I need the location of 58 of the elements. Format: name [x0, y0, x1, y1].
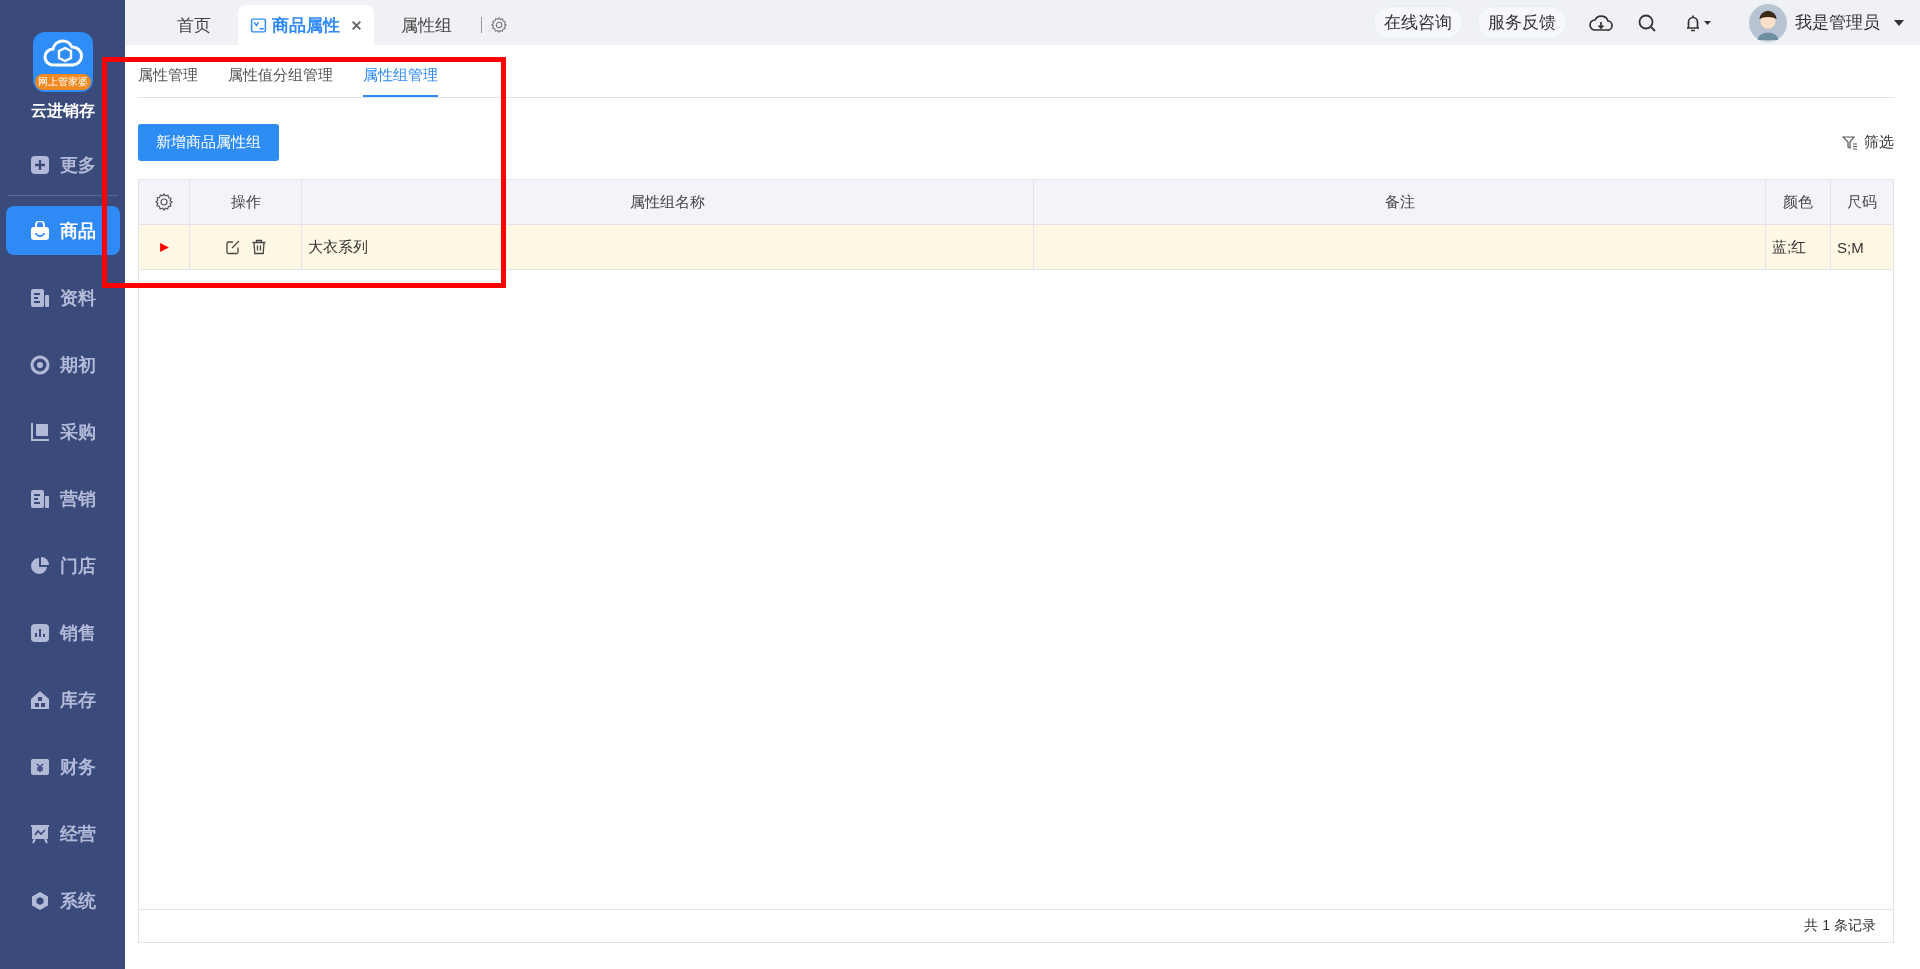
sidebar-item[interactable]: 营销	[5, 474, 120, 523]
sub-tab[interactable]: 属性值分组管理	[228, 66, 333, 97]
table-row[interactable]: 大衣系列 蓝;红 S;M	[139, 225, 1893, 270]
sidebar-item[interactable]: 商品	[5, 206, 120, 255]
sidebar-item[interactable]: 系统	[5, 876, 120, 925]
sidebar-item[interactable]: 期初	[5, 340, 120, 389]
page-tab[interactable]: 首页	[150, 5, 238, 45]
app-name: 云进销存	[30, 101, 95, 121]
user-name[interactable]: 我是管理员	[1795, 11, 1880, 34]
edit-icon[interactable]	[224, 239, 241, 255]
menu-icon	[29, 287, 50, 308]
sidebar-item[interactable]: 财务	[5, 742, 120, 791]
table-cell-text: S;M	[1836, 237, 1865, 258]
sub-tab[interactable]: 属性管理	[138, 66, 198, 97]
menu-icon	[29, 890, 50, 911]
cloud-download-icon[interactable]	[1589, 12, 1613, 33]
sidebar-item[interactable]: 经营	[5, 809, 120, 858]
table-cell: 大衣系列	[302, 225, 1034, 269]
record-count: 共 1 条记录	[1804, 917, 1876, 935]
column-header: 颜色	[1766, 180, 1831, 224]
close-icon[interactable]	[351, 19, 362, 31]
header-button[interactable]: 在线咨询	[1373, 6, 1463, 39]
add-button[interactable]: 新增商品属性组	[138, 124, 279, 161]
avatar[interactable]	[1749, 3, 1787, 42]
caret-icon[interactable]	[1894, 19, 1904, 26]
menu-icon	[29, 689, 50, 710]
column-header: 属性组名称	[302, 180, 1034, 224]
page-tab[interactable]: 商品属性	[238, 5, 374, 45]
column-header: 操作	[190, 180, 302, 224]
sub-tab[interactable]: 属性组管理	[363, 66, 438, 97]
menu-icon	[29, 756, 50, 777]
filter-icon[interactable]	[1842, 134, 1858, 151]
menu-icon	[29, 421, 50, 442]
menu-icon	[29, 154, 50, 175]
sidebar-item[interactable]: 销售	[5, 608, 120, 657]
sidebar-item[interactable]: 库存	[5, 675, 120, 724]
column-header: 尺码	[1846, 191, 1878, 212]
page-tab[interactable]: 属性组	[374, 5, 479, 45]
sidebar-item[interactable]: 更多	[5, 140, 120, 189]
sidebar-item[interactable]: 门店	[5, 541, 120, 590]
sidebar-item[interactable]: 资料	[5, 273, 120, 322]
sidebar-item[interactable]: 采购	[5, 407, 120, 456]
cloud-box-icon	[42, 39, 83, 69]
filter-label[interactable]: 筛选	[1864, 133, 1894, 152]
column-header: 备注	[1034, 180, 1766, 224]
header-button[interactable]: 服务反馈	[1477, 6, 1567, 39]
table-cell: 蓝;红	[1766, 225, 1831, 269]
logo-badge: 网上管家婆	[34, 74, 91, 90]
current-row-marker-icon	[158, 241, 170, 253]
menu-icon	[29, 622, 50, 643]
menu-icon	[29, 220, 50, 241]
settings-icon[interactable]	[490, 16, 508, 34]
delete-icon[interactable]	[250, 239, 267, 255]
menu-icon	[29, 488, 50, 509]
menu-icon	[29, 354, 50, 375]
menu-icon	[29, 555, 50, 576]
settings-icon[interactable]	[154, 192, 174, 212]
menu-icon	[29, 823, 50, 844]
